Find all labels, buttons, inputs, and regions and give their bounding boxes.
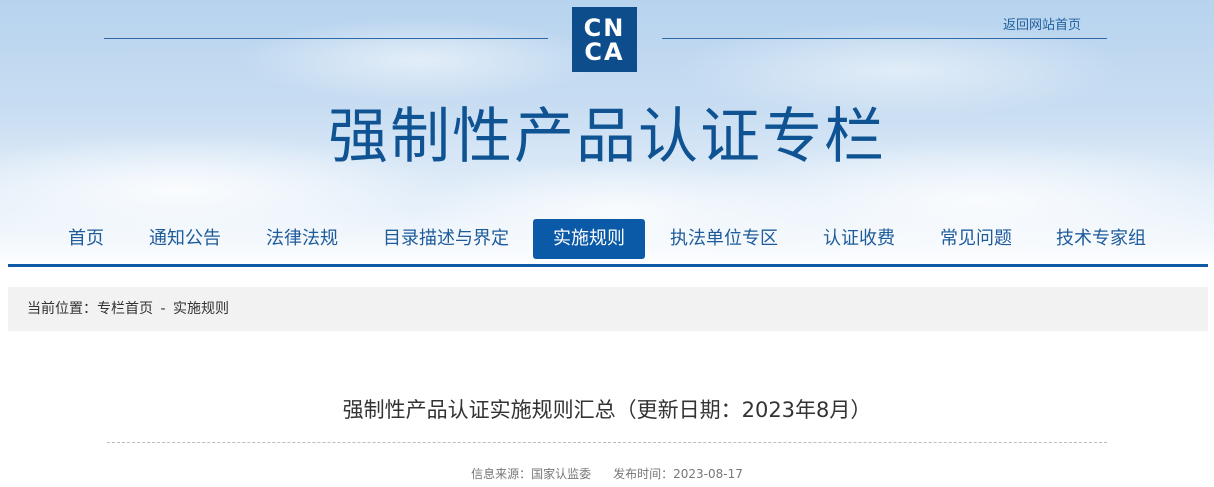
header-divider-left [104, 38, 548, 39]
breadcrumb-prefix: 当前位置： [27, 301, 97, 317]
nav-item-home[interactable]: 首页 [67, 219, 105, 259]
nav-item-notices[interactable]: 通知公告 [148, 219, 222, 259]
nav-item-experts[interactable]: 技术专家组 [1055, 219, 1147, 259]
breadcrumb-separator: - [160, 301, 166, 317]
header-divider-right [662, 38, 1107, 39]
nav-underline [8, 264, 1208, 267]
title-divider [107, 442, 1107, 443]
article-source: 信息来源：国家认监委 [471, 467, 592, 481]
nav-item-catalog[interactable]: 目录描述与界定 [382, 219, 510, 259]
article-meta: 信息来源：国家认监委 发布时间：2023-08-17 [0, 465, 1214, 482]
nav-item-enforcement[interactable]: 执法单位专区 [669, 219, 779, 259]
nav-item-faq[interactable]: 常见问题 [939, 219, 1013, 259]
cnca-logo[interactable]: CN CA [572, 7, 637, 72]
logo-line-1: CN [583, 13, 626, 42]
logo-line-2: CA [584, 37, 625, 66]
main-nav: 首页 通知公告 法律法规 目录描述与界定 实施规则 执法单位专区 认证收费 常见… [0, 219, 1214, 259]
nav-item-fees[interactable]: 认证收费 [822, 219, 896, 259]
site-title: 强制性产品认证专栏 [328, 102, 886, 172]
article-title: 强制性产品认证实施规则汇总（更新日期：2023年8月） [342, 398, 872, 422]
nav-item-rules[interactable]: 实施规则 [533, 219, 645, 259]
breadcrumb: 当前位置：专栏首页 - 实施规则 [8, 287, 1208, 331]
nav-item-laws[interactable]: 法律法规 [265, 219, 339, 259]
article-publish-date: 发布时间：2023-08-17 [613, 467, 743, 481]
breadcrumb-home-link[interactable]: 专栏首页 [97, 301, 153, 317]
breadcrumb-current[interactable]: 实施规则 [173, 301, 229, 317]
back-to-home-link[interactable]: 返回网站首页 [1003, 14, 1081, 33]
